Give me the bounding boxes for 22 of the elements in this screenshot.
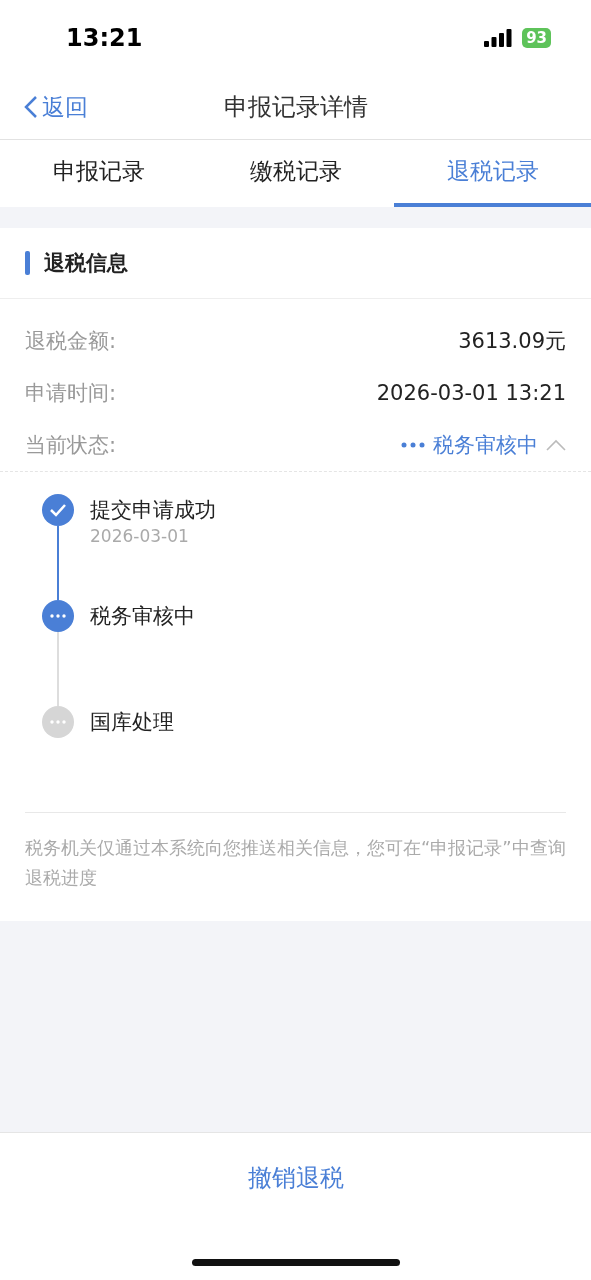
cancel-refund-button[interactable]: 撤销退税 <box>241 1161 350 1195</box>
notice-text: 税务机关仅通过本系统向您推送相关信息，您可在“申报记录”中查询退税进度 <box>24 836 567 890</box>
back-button[interactable]: 返回 <box>24 91 88 123</box>
section-marker <box>25 251 30 275</box>
page-title: 申报记录详情 <box>223 93 368 121</box>
status-time: 13:21 <box>66 23 143 52</box>
step-title: 提交申请成功 <box>90 497 216 524</box>
status-value: 税务审核中 <box>433 432 538 459</box>
signal-icon <box>484 28 513 47</box>
field-value: 3613.09元 <box>458 328 566 355</box>
field-label: 退税金额: <box>25 328 117 355</box>
battery-level: 93 <box>522 27 551 48</box>
step-date: 2026-03-01 <box>90 526 190 546</box>
section-title: 退税信息 <box>44 250 128 277</box>
field-label: 申请时间: <box>25 380 117 407</box>
field-value: 2026-03-01 13:21 <box>376 381 566 405</box>
back-icon <box>24 95 38 119</box>
caret-icon[interactable] <box>546 439 566 451</box>
step-title: 国库处理 <box>90 709 174 736</box>
step-title: 税务审核中 <box>90 603 195 630</box>
dots-icon <box>401 442 425 448</box>
field-label: 当前状态: <box>25 432 117 459</box>
